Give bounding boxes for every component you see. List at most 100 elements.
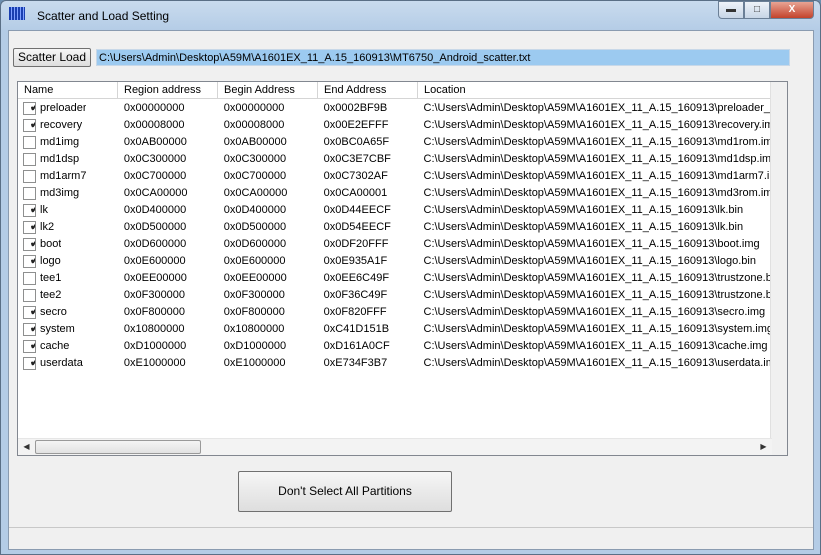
end-address-cell: 0x0CA00001 — [323, 187, 388, 199]
partition-name: tee2 — [40, 289, 62, 301]
partition-checkbox[interactable] — [23, 272, 36, 285]
close-button[interactable]: X — [770, 1, 814, 19]
location-cell: C:\Users\Admin\Desktop\A59M\A1601EX_11_A… — [423, 357, 782, 369]
column-header-end[interactable]: End Address — [318, 82, 418, 99]
region-address-cell: 0x0EE00000 — [123, 272, 187, 284]
begin-address-cell: 0x0D500000 — [223, 221, 287, 233]
table-row[interactable]: ✔ logo 0x0E600000 0x0E600000 0x0E935A1F C… — [18, 253, 787, 270]
partition-checkbox[interactable]: ✔ — [23, 357, 36, 370]
partition-checkbox[interactable] — [23, 153, 36, 166]
table-row[interactable]: tee2 0x0F300000 0x0F300000 0x0F36C49F C:… — [18, 287, 787, 304]
partition-checkbox[interactable]: ✔ — [23, 255, 36, 268]
name-cell: ✔ boot — [18, 236, 118, 253]
scroll-left-icon[interactable]: ◀ — [18, 439, 35, 455]
partition-name: boot — [40, 238, 62, 250]
name-cell: ✔ lk2 — [18, 219, 118, 236]
scatter-path-field[interactable]: C:\Users\Admin\Desktop\A59M\A1601EX_11_A… — [96, 49, 790, 66]
begin-address-cell: 0x0E600000 — [223, 255, 286, 267]
name-cell: md3img — [18, 185, 118, 202]
begin-address-cell: 0x0C300000 — [223, 153, 287, 165]
table-row[interactable]: md3img 0x0CA00000 0x0CA00000 0x0CA00001 … — [18, 185, 787, 202]
location-cell: C:\Users\Admin\Desktop\A59M\A1601EX_11_A… — [423, 170, 785, 182]
title-bar[interactable]: Scatter and Load Setting ▬ □ X — [1, 1, 820, 27]
minimize-button[interactable]: ▬ — [718, 1, 744, 19]
scatter-load-button[interactable]: Scatter Load — [13, 48, 91, 67]
table-row[interactable]: md1dsp 0x0C300000 0x0C300000 0x0C3E7CBF … — [18, 151, 787, 168]
partition-checkbox[interactable] — [23, 289, 36, 302]
partition-name: logo — [40, 255, 61, 267]
partition-checkbox[interactable]: ✔ — [23, 340, 36, 353]
region-address-cell: 0x0D400000 — [123, 204, 187, 216]
location-cell: C:\Users\Admin\Desktop\A59M\A1601EX_11_A… — [423, 187, 779, 199]
partition-checkbox[interactable]: ✔ — [23, 323, 36, 336]
column-header-begin[interactable]: Begin Address — [218, 82, 318, 99]
column-header-region[interactable]: Region address — [118, 82, 218, 99]
name-cell: ✔ recovery — [18, 117, 118, 134]
maximize-button[interactable]: □ — [744, 1, 770, 19]
scroll-thumb[interactable] — [35, 440, 201, 454]
table-row[interactable]: tee1 0x0EE00000 0x0EE00000 0x0EE6C49F C:… — [18, 270, 787, 287]
table-row[interactable]: ✔ preloader 0x00000000 0x00000000 0x0002B… — [18, 100, 787, 117]
location-cell: C:\Users\Admin\Desktop\A59M\A1601EX_11_A… — [423, 102, 788, 114]
begin-address-cell: 0x00000000 — [223, 102, 285, 114]
name-cell: md1img — [18, 134, 118, 151]
region-address-cell: 0x0F800000 — [123, 306, 186, 318]
partition-checkbox[interactable] — [23, 170, 36, 183]
location-cell: C:\Users\Admin\Desktop\A59M\A1601EX_11_A… — [423, 153, 778, 165]
name-cell: ✔ cache — [18, 338, 118, 355]
partition-name: lk2 — [40, 221, 55, 233]
begin-address-cell: 0x10800000 — [223, 323, 285, 335]
begin-address-cell: 0x0F300000 — [223, 289, 285, 301]
location-cell: C:\Users\Admin\Desktop\A59M\A1601EX_11_A… — [423, 289, 781, 301]
column-header-location[interactable]: Location — [418, 82, 771, 99]
region-address-cell: 0x0D600000 — [123, 238, 187, 250]
table-row[interactable]: ✔ lk2 0x0D500000 0x0D500000 0x0D54EECF C:… — [18, 219, 787, 236]
scroll-right-icon[interactable]: ▶ — [755, 439, 772, 455]
region-address-cell: 0x00000000 — [123, 102, 185, 114]
table-row[interactable]: ✔ boot 0x0D600000 0x0D600000 0x0DF20FFF C… — [18, 236, 787, 253]
name-cell: ✔ secro — [18, 304, 118, 321]
horizontal-scrollbar[interactable]: ◀ ▶ — [18, 438, 772, 455]
table-row[interactable]: md1img 0x0AB00000 0x0AB00000 0x0BC0A65F … — [18, 134, 787, 151]
partition-checkbox[interactable]: ✔ — [23, 102, 36, 115]
table-row[interactable]: md1arm7 0x0C700000 0x0C700000 0x0C7302AF… — [18, 168, 787, 185]
partition-name: lk — [40, 204, 48, 216]
partition-checkbox[interactable]: ✔ — [23, 204, 36, 217]
location-cell: C:\Users\Admin\Desktop\A59M\A1601EX_11_A… — [423, 272, 781, 284]
deselect-all-partitions-button[interactable]: Don't Select All Partitions — [238, 471, 452, 512]
name-cell: ✔ lk — [18, 202, 118, 219]
partition-list: Name Region address Begin Address End Ad… — [17, 81, 788, 456]
end-address-cell: 0x0002BF9B — [323, 102, 388, 114]
window-title: Scatter and Load Setting — [37, 9, 170, 23]
table-row[interactable]: ✔ system 0x10800000 0x10800000 0xC41D151B… — [18, 321, 787, 338]
end-address-cell: 0xD161A0CF — [323, 340, 390, 352]
partition-checkbox[interactable]: ✔ — [23, 306, 36, 319]
table-row[interactable]: ✔ lk 0x0D400000 0x0D400000 0x0D44EECF C:\… — [18, 202, 787, 219]
table-row[interactable]: ✔ userdata 0xE1000000 0xE1000000 0xE734F3… — [18, 355, 787, 372]
table-row[interactable]: ✔secro 0x0F800000 0x0F800000 0x0F820FFF … — [18, 304, 787, 321]
begin-address-cell: 0x0C700000 — [223, 170, 287, 182]
location-cell: C:\Users\Admin\Desktop\A59M\A1601EX_11_A… — [423, 255, 756, 267]
partition-checkbox[interactable] — [23, 136, 36, 149]
name-cell: tee1 — [18, 270, 118, 287]
region-address-cell: 0x0CA00000 — [123, 187, 188, 199]
location-cell: C:\Users\Admin\Desktop\A59M\A1601EX_11_A… — [423, 221, 744, 233]
begin-address-cell: 0x00008000 — [223, 119, 285, 131]
begin-address-cell: 0xD1000000 — [223, 340, 287, 352]
name-cell: md1arm7 — [18, 168, 118, 185]
vertical-scrollbar[interactable] — [770, 82, 787, 455]
name-cell: ✔ logo — [18, 253, 118, 270]
table-row[interactable]: ✔ recovery 0x00008000 0x00008000 0x00E2EF… — [18, 117, 787, 134]
end-address-cell: 0xC41D151B — [323, 323, 390, 335]
partition-checkbox[interactable]: ✔ — [23, 221, 36, 234]
partition-checkbox[interactable]: ✔ — [23, 238, 36, 251]
begin-address-cell: 0x0F800000 — [223, 306, 285, 318]
scatter-load-window: Scatter and Load Setting ▬ □ X Scatter L… — [0, 0, 821, 555]
column-header-name[interactable]: Name — [18, 82, 118, 99]
partition-checkbox[interactable]: ✔ — [23, 119, 36, 132]
region-address-cell: 0xD1000000 — [123, 340, 187, 352]
end-address-cell: 0x0D44EECF — [323, 204, 391, 216]
table-row[interactable]: ✔cache 0xD1000000 0xD1000000 0xD161A0CF … — [18, 338, 787, 355]
location-cell: C:\Users\Admin\Desktop\A59M\A1601EX_11_A… — [423, 204, 744, 216]
partition-checkbox[interactable] — [23, 187, 36, 200]
